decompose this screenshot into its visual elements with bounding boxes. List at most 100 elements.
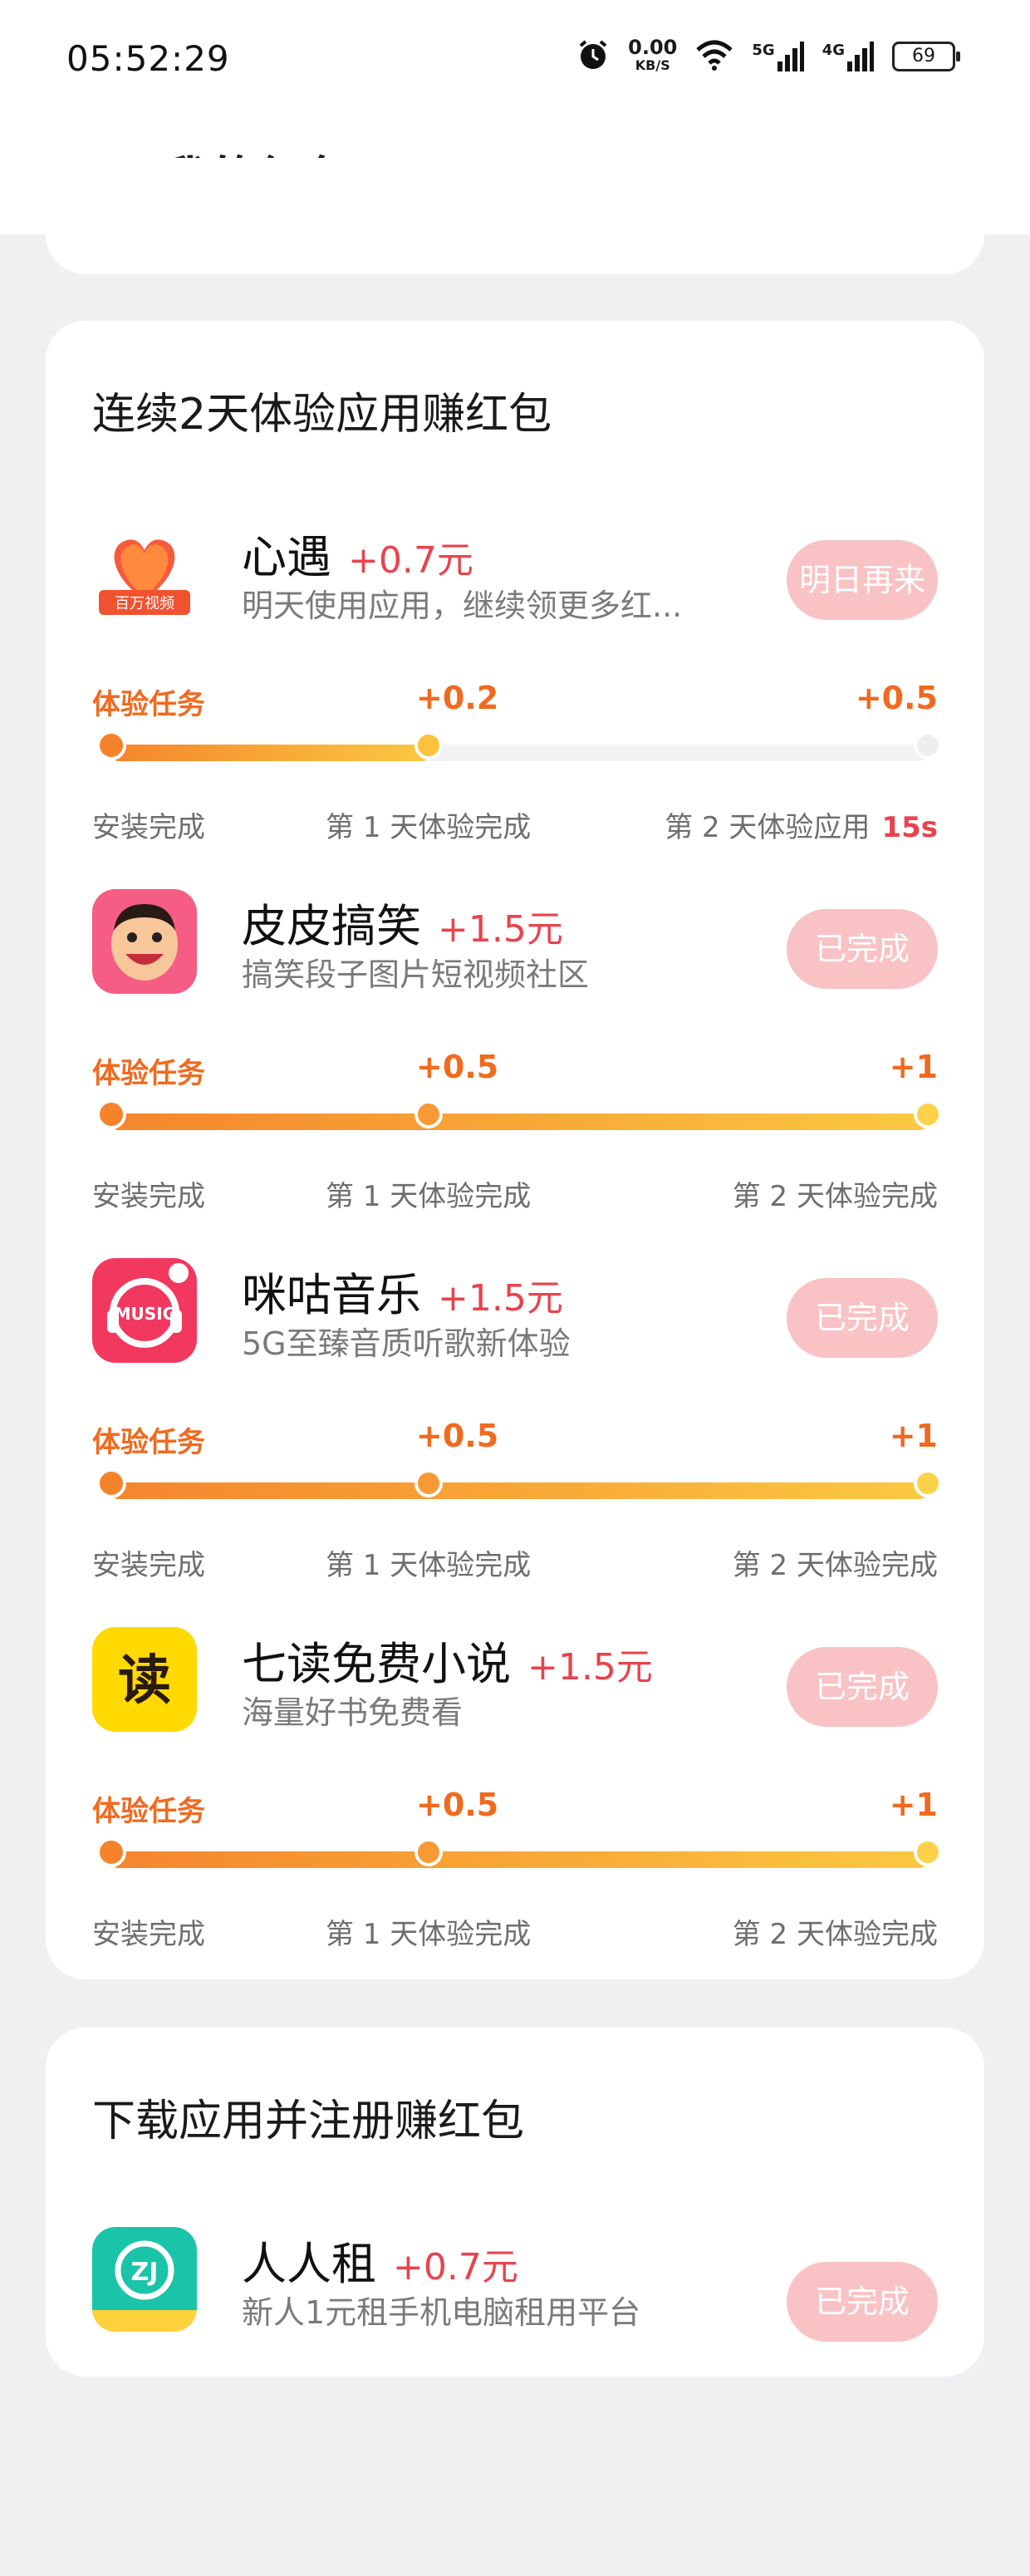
- step-install: 安装完成: [92, 811, 205, 844]
- task-item: ZJ 人人租 +0.7元 新人1元租手机电脑租用平台 已完成: [46, 2210, 984, 2576]
- completed-button[interactable]: 已完成: [787, 909, 938, 989]
- signal-5g-label: 5G: [752, 42, 775, 59]
- step-day1: 第 1 天体验完成: [326, 1180, 532, 1213]
- app-description: 明天使用应用，继续领更多红...: [242, 587, 683, 624]
- app-description: 5G至臻音质听歌新体验: [242, 1325, 571, 1362]
- app-icon-qidu[interactable]: 读: [92, 1627, 197, 1732]
- progress-node-install: [96, 1099, 126, 1129]
- day1-reward: +0.2: [416, 680, 499, 716]
- app-name-line: 皮皮搞笑 +1.5元: [242, 889, 563, 955]
- countdown-timer: 15s: [881, 811, 938, 844]
- app-name: 人人租: [242, 2238, 376, 2290]
- signal-5g-icon: 5G: [752, 42, 804, 71]
- app-reward: +0.7元: [393, 2246, 518, 2288]
- app-icon-xinyu[interactable]: 百万视频: [92, 520, 197, 625]
- task-label: 体验任务: [92, 1426, 205, 1459]
- app-icon-xinyu-label: 百万视频: [115, 595, 174, 612]
- progress-node-day2: [914, 1838, 942, 1866]
- app-name-line: 心遇 +0.7元: [242, 520, 473, 586]
- app-icon-renrenzu[interactable]: ZJ: [92, 2227, 197, 2332]
- section-title: 连续2天体验应用赚红包: [92, 390, 552, 440]
- app-description: 海量好书免费看: [242, 1694, 464, 1731]
- section-card-register: 下载应用并注册赚红包 ZJ 人人租 +0.7元 新人1元租手机电脑租用平台 已完成: [46, 2028, 984, 2377]
- completed-button[interactable]: 已完成: [787, 1647, 938, 1727]
- section-card-experience: 连续2天体验应用赚红包 百万视频 心遇 +0.7元 明天使用应用，继续领更多红..…: [46, 321, 984, 1979]
- app-icon-migu-label: MUSIC: [115, 1304, 175, 1324]
- day1-reward: +0.5: [416, 1787, 499, 1823]
- app-description: 新人1元租手机电脑租用平台: [242, 2294, 641, 2331]
- battery-icon: 69: [892, 42, 960, 71]
- day2-reward: +1: [889, 1049, 938, 1085]
- day2-reward: +1: [889, 1418, 938, 1454]
- step-day1: 第 1 天体验完成: [326, 811, 532, 844]
- previous-card: [46, 158, 984, 274]
- task-label: 体验任务: [92, 688, 205, 721]
- network-speed: 0.00 KB/S: [628, 36, 678, 75]
- app-description: 搞笑段子图片短视频社区: [242, 956, 590, 993]
- app-name: 七读免费小说: [242, 1638, 511, 1690]
- step-install: 安装完成: [92, 1549, 205, 1582]
- section-title: 下载应用并注册赚红包: [92, 2097, 525, 2146]
- task-item: 皮皮搞笑 +1.5元 搞笑段子图片短视频社区 已完成 体验任务 +0.5 +1 安…: [46, 873, 984, 1238]
- progress-track: [110, 745, 928, 761]
- step-install: 安装完成: [92, 1180, 205, 1213]
- wifi-icon: [695, 38, 733, 75]
- app-name: 心遇: [242, 531, 331, 583]
- app-reward: +0.7元: [348, 539, 473, 582]
- completed-button[interactable]: 已完成: [787, 2262, 938, 2342]
- progress-fill: [110, 1851, 928, 1868]
- alarm-icon: [576, 38, 610, 75]
- status-icons: 0.00 KB/S 5G 4G 69: [576, 36, 960, 75]
- app-name-line: 七读免费小说 +1.5元: [242, 1627, 653, 1693]
- app-icon-renrenzu-label: ZJ: [131, 2258, 159, 2287]
- app-icon-pipi[interactable]: [92, 889, 197, 994]
- task-item: MUSIC 咪咕音乐 +1.5元 5G至臻音质听歌新体验 已完成 体验任务 +0.…: [46, 1241, 984, 1607]
- step-day2: 第 2 天体验完成: [732, 1549, 938, 1582]
- task-label: 体验任务: [92, 1057, 205, 1090]
- day2-reward: +1: [889, 1787, 938, 1823]
- progress-node-day1: [414, 1838, 443, 1866]
- status-bar: 05:52:29 0.00 KB/S 5G 4G 69: [0, 0, 1030, 125]
- come-back-tomorrow-button[interactable]: 明日再来: [787, 540, 938, 620]
- progress-track: [110, 1851, 928, 1868]
- task-label: 体验任务: [92, 1795, 205, 1828]
- day1-reward: +0.5: [416, 1049, 499, 1085]
- app-name: 咪咕音乐: [242, 1269, 421, 1321]
- progress-fill: [110, 745, 429, 761]
- app-name-line: 咪咕音乐 +1.5元: [242, 1258, 563, 1324]
- app-icon-qidu-label: 读: [118, 1650, 171, 1712]
- day1-reward: +0.5: [416, 1418, 499, 1454]
- progress-node-day1: [414, 1469, 443, 1497]
- progress-track: [110, 1113, 928, 1130]
- progress-fill: [110, 1482, 928, 1499]
- signal-4g-label: 4G: [822, 42, 845, 59]
- status-time: 05:52:29: [66, 38, 230, 79]
- network-speed-value: 0.00: [628, 36, 678, 59]
- signal-4g-icon: 4G: [822, 42, 874, 71]
- app-reward: +1.5元: [438, 1277, 563, 1320]
- step-install: 安装完成: [92, 1918, 205, 1951]
- task-item: 百万视频 心遇 +0.7元 明天使用应用，继续领更多红... 明日再来 体验任务 …: [46, 504, 984, 869]
- app-icon-migu[interactable]: MUSIC: [92, 1258, 197, 1363]
- step-day2: 第 2 天体验应用 15s: [665, 804, 938, 845]
- network-speed-unit: KB/S: [635, 57, 670, 73]
- app-reward: +1.5元: [527, 1646, 653, 1689]
- app-reward: +1.5元: [438, 908, 563, 951]
- progress-node-install: [96, 1468, 126, 1498]
- progress-node-day1: [414, 1100, 443, 1128]
- progress-node-day2: [914, 1469, 942, 1497]
- progress-node-day1: [414, 731, 443, 760]
- step-day2: 第 2 天体验完成: [732, 1180, 938, 1213]
- task-item: 读 七读免费小说 +1.5元 海量好书免费看 已完成 体验任务 +0.5 +1 安…: [46, 1610, 984, 1976]
- app-name: 皮皮搞笑: [242, 900, 421, 952]
- completed-button[interactable]: 已完成: [787, 1278, 938, 1358]
- app-name-line: 人人租 +0.7元: [242, 2227, 518, 2293]
- step-day2: 第 2 天体验完成: [732, 1918, 938, 1951]
- progress-track: [110, 1482, 928, 1499]
- progress-node-install: [96, 1837, 126, 1867]
- step-day1: 第 1 天体验完成: [326, 1918, 532, 1951]
- progress-node-day2: [914, 1100, 942, 1128]
- progress-node-day2: [914, 731, 942, 760]
- day2-reward: +0.5: [855, 680, 938, 716]
- progress-fill: [110, 1113, 928, 1130]
